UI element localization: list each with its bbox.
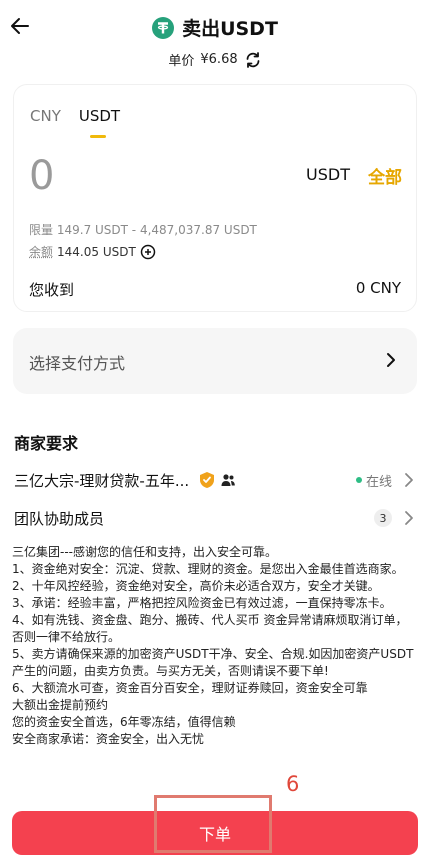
price-row: 单价 ¥6.68 <box>0 50 430 69</box>
description-line: 3、承诺：经验丰富，严格把控风险资金已有效过滤，一直保持零冻卡。 <box>12 596 392 610</box>
merchant-requirements-title: 商家要求 <box>14 434 79 453</box>
description-line: 大额出金提前预约 <box>12 698 109 712</box>
tab-usdt[interactable]: USDT <box>79 107 120 138</box>
team-count-badge: 3 <box>374 509 392 527</box>
team-members-row[interactable]: 团队协助成员 3 <box>14 508 416 530</box>
step-annotation-number: 6 <box>286 772 300 796</box>
team-members-label: 团队协助成员 <box>14 510 105 528</box>
verified-badge-icon <box>199 471 215 489</box>
balance-label: 余额 <box>29 245 54 259</box>
description-line: 三亿集团---感谢您的信任和支持，出入安全可靠。 <box>12 545 277 559</box>
description-line: 您的资金安全首选，6年零冻结，值得信赖 <box>12 715 236 729</box>
online-status-dot <box>356 477 362 483</box>
price-label: 单价 <box>168 54 195 69</box>
description-line: 1、资金绝对安全：沉淀、贷款、理财的资金。是您出入金最佳首选商家。 <box>12 562 404 576</box>
tab-cny[interactable]: CNY <box>30 107 61 125</box>
balance-value: 144.05 USDT <box>57 244 136 259</box>
header: 卖出USDT <box>0 0 430 56</box>
team-icon <box>220 472 236 488</box>
refresh-icon[interactable] <box>244 51 262 69</box>
description-line: 4、如有洗钱、资金盘、跑分、搬砖、代人买币 资金异常请麻烦取消订单，否则一律不给… <box>12 613 408 644</box>
description-line: 5、卖方请确保来源的加密资产USDT干净、安全、合规.如因加密资产USDT产生的… <box>12 647 414 678</box>
limit-label: 限量 <box>29 223 54 237</box>
merchant-row[interactable]: 三亿大宗-理财贷款-五年... 在线 <box>14 470 416 492</box>
merchant-description: 三亿集团---感谢您的信任和支持，出入安全可靠。 1、资金绝对安全：沉淀、贷款、… <box>12 544 418 748</box>
limit-row: 限量 149.7 USDT - 4,487,037.87 USDT <box>29 221 257 238</box>
online-status: 在线 <box>366 475 393 490</box>
page-title: 卖出USDT <box>182 18 278 40</box>
currency-tabs: CNY USDT <box>30 107 120 138</box>
payment-method-selector[interactable]: 选择支付方式 <box>13 328 417 394</box>
limit-value: 149.7 USDT - 4,487,037.87 USDT <box>56 223 257 237</box>
title-wrap: 卖出USDT <box>0 14 430 41</box>
description-line: 6、大额流水可查，资金百分百安全，理财证券赎回，资金安全可靠 <box>12 681 368 695</box>
merchant-name: 三亿大宗-理财贷款-五年... <box>14 472 190 490</box>
receive-value: 0 CNY <box>355 279 401 297</box>
plus-circle-icon[interactable] <box>140 244 156 260</box>
chevron-right-icon <box>402 509 416 527</box>
chevron-right-icon <box>402 471 416 489</box>
amount-input[interactable]: 0 <box>29 153 54 199</box>
usdt-logo-icon <box>152 16 175 39</box>
price-value: ¥6.68 <box>200 52 238 67</box>
step-highlight-box <box>154 795 272 853</box>
amount-card: CNY USDT 0 USDT 全部 限量 149.7 USDT - 4,487… <box>13 84 417 312</box>
chevron-right-icon <box>381 350 401 370</box>
description-line: 2、十年风控经验，资金绝对安全，高价未必适合双方，安全才关键。 <box>12 579 380 593</box>
payment-method-label: 选择支付方式 <box>29 354 126 373</box>
receive-label: 您收到 <box>29 281 75 299</box>
description-line: 安全商家承诺：资金安全，出入无忧 <box>12 732 205 746</box>
amount-unit: USDT <box>306 165 350 184</box>
all-button[interactable]: 全部 <box>368 163 402 188</box>
balance-row: 余额 144.05 USDT <box>29 243 156 260</box>
